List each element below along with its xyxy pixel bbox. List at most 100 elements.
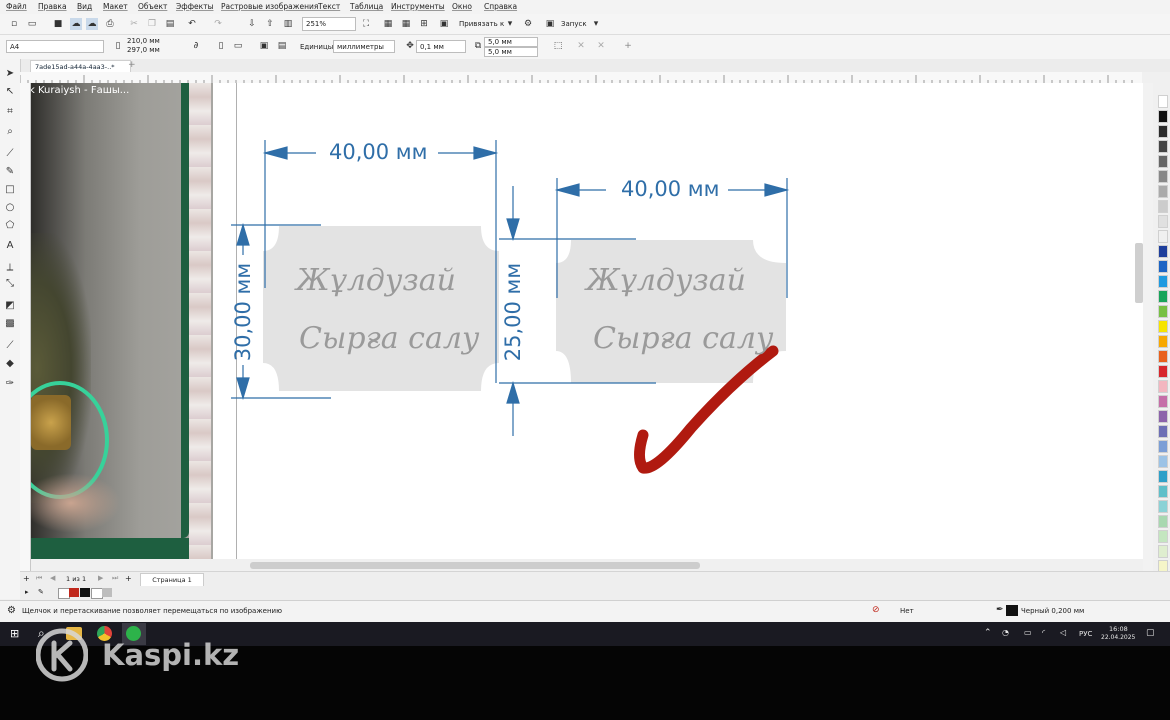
menu-table[interactable]: Таблица bbox=[350, 2, 383, 11]
menu-window[interactable]: Окно bbox=[452, 2, 472, 11]
palette-swatch[interactable] bbox=[1158, 500, 1168, 513]
treat-as-filled-icon[interactable]: ⬚ bbox=[552, 40, 564, 52]
trim-icon[interactable]: ✕ bbox=[595, 40, 607, 52]
eyedropper-icon[interactable]: ⟋ bbox=[3, 339, 17, 353]
new-document-icon[interactable]: ▫ bbox=[8, 18, 20, 30]
dim-label-top-right[interactable]: 40,00 мм bbox=[621, 177, 719, 201]
palette-swatch[interactable] bbox=[1158, 410, 1168, 423]
page-tab[interactable]: Страница 1 bbox=[140, 573, 204, 587]
add-preset-icon[interactable]: + bbox=[622, 40, 634, 52]
palette-swatch[interactable] bbox=[1158, 110, 1168, 123]
palette-swatch[interactable] bbox=[1158, 215, 1168, 228]
cloud-upload-icon[interactable]: ☁ bbox=[70, 18, 82, 30]
menu-text[interactable]: Текст bbox=[318, 2, 340, 11]
duplicate-x-field[interactable]: 5,0 мм bbox=[484, 37, 538, 47]
palette-swatch[interactable] bbox=[1158, 275, 1168, 288]
interactive-fill-icon[interactable]: ◆ bbox=[3, 357, 17, 371]
pick-tool-icon[interactable]: ➤ bbox=[3, 67, 17, 81]
drop-shadow-icon[interactable]: ◩ bbox=[3, 299, 17, 313]
menu-help[interactable]: Справка bbox=[484, 2, 517, 11]
palette-swatch[interactable] bbox=[1158, 335, 1168, 348]
zoom-tool-icon[interactable]: ⌕ bbox=[3, 125, 17, 139]
weld-icon[interactable]: ✕ bbox=[575, 40, 587, 52]
palette-swatch[interactable] bbox=[1158, 365, 1168, 378]
menu-bitmaps[interactable]: Растровые изображения bbox=[221, 2, 318, 11]
palette-swatch[interactable] bbox=[1158, 545, 1168, 558]
menu-edit[interactable]: Правка bbox=[38, 2, 67, 11]
palette-swatch[interactable] bbox=[1158, 425, 1168, 438]
palette-swatch[interactable] bbox=[1158, 395, 1168, 408]
palette-swatch[interactable] bbox=[1158, 470, 1168, 483]
horizontal-scroll-thumb[interactable] bbox=[250, 562, 700, 569]
copy-icon[interactable]: ❐ bbox=[146, 18, 158, 30]
palette-swatch[interactable] bbox=[1158, 290, 1168, 303]
ellipse-tool-icon[interactable]: ○ bbox=[3, 201, 17, 215]
vertical-ruler[interactable] bbox=[20, 83, 31, 571]
palette-swatch[interactable] bbox=[1158, 350, 1168, 363]
palette-swatch[interactable] bbox=[1158, 230, 1168, 243]
swatch-red[interactable] bbox=[69, 588, 79, 597]
last-page-icon[interactable]: ⏭ bbox=[112, 574, 118, 583]
palette-arrow-icon[interactable]: ▸ bbox=[25, 588, 29, 596]
palette-swatch[interactable] bbox=[1158, 125, 1168, 138]
grid-icon[interactable]: ▦ bbox=[400, 18, 412, 30]
zoom-level-select[interactable]: 251% bbox=[302, 17, 356, 31]
menu-file[interactable]: Файл bbox=[6, 2, 27, 11]
palette-swatch[interactable] bbox=[1158, 260, 1168, 273]
tag-right-line1[interactable]: Жұлдузай bbox=[586, 263, 746, 298]
swatch-black[interactable] bbox=[80, 588, 90, 597]
landscape-icon[interactable]: ▭ bbox=[232, 40, 244, 52]
menu-object[interactable]: Объект bbox=[138, 2, 167, 11]
export-icon[interactable]: ⇧ bbox=[264, 18, 276, 30]
dim-label-side-right[interactable]: 25,00 мм bbox=[501, 247, 525, 377]
windows-start-icon[interactable]: ⊞ bbox=[10, 627, 19, 640]
palette-swatch[interactable] bbox=[1158, 305, 1168, 318]
add-page-icon[interactable]: + bbox=[23, 574, 30, 583]
volume-icon[interactable]: ◁ bbox=[1060, 628, 1066, 637]
palette-swatch[interactable] bbox=[1158, 320, 1168, 333]
launch-icon[interactable]: ▣ bbox=[544, 18, 556, 30]
duplicate-y-field[interactable]: 5,0 мм bbox=[484, 47, 538, 57]
language-indicator[interactable]: РУС bbox=[1079, 630, 1092, 638]
guidelines-icon[interactable]: ⊞ bbox=[418, 18, 430, 30]
menu-layout[interactable]: Макет bbox=[103, 2, 128, 11]
swatch-grey[interactable] bbox=[102, 588, 112, 597]
palette-swatch[interactable] bbox=[1158, 455, 1168, 468]
all-pages-icon[interactable]: ▣ bbox=[258, 40, 270, 52]
cut-icon[interactable]: ✂ bbox=[128, 18, 140, 30]
add-page-after-icon[interactable]: + bbox=[125, 574, 132, 583]
palette-swatch[interactable] bbox=[1158, 485, 1168, 498]
redo-icon[interactable]: ↷ bbox=[212, 18, 224, 30]
chevron-down-icon[interactable]: ▾ bbox=[504, 18, 516, 30]
snap-grid-icon[interactable]: ▣ bbox=[438, 18, 450, 30]
dim-label-top-left[interactable]: 40,00 мм bbox=[329, 140, 427, 164]
notifications-icon[interactable]: ▢ bbox=[1146, 628, 1155, 638]
nudge-distance-field[interactable]: 0,1 мм bbox=[416, 40, 466, 53]
portrait-icon[interactable]: ▯ bbox=[215, 40, 227, 52]
paste-icon[interactable]: ▤ bbox=[164, 18, 176, 30]
clock-date[interactable]: 22.04.2025 bbox=[1101, 634, 1135, 641]
wifi-icon[interactable]: ◜ bbox=[1042, 628, 1045, 637]
tag-left-line2[interactable]: Сырға салу bbox=[299, 321, 479, 356]
pdf-export-icon[interactable]: ▥ bbox=[282, 18, 294, 30]
units-select[interactable]: миллиметры bbox=[333, 40, 395, 53]
tag-right-line2[interactable]: Сырға салу bbox=[593, 321, 773, 356]
connector-tool-icon[interactable]: ⤡ bbox=[3, 277, 17, 291]
cloud-download-icon[interactable]: ☁ bbox=[86, 18, 98, 30]
tag-left-line1[interactable]: Жұлдузай bbox=[296, 263, 456, 298]
palette-swatch[interactable] bbox=[1158, 95, 1168, 108]
current-page-icon[interactable]: ▤ bbox=[276, 40, 288, 52]
new-tab-plus-icon[interactable]: + bbox=[128, 60, 136, 70]
launch-chevron-icon[interactable]: ▾ bbox=[590, 18, 602, 30]
save-icon[interactable]: ■ bbox=[52, 18, 64, 30]
palette-swatch[interactable] bbox=[1158, 140, 1168, 153]
open-folder-icon[interactable]: ▭ bbox=[26, 18, 38, 30]
palette-swatch[interactable] bbox=[1158, 440, 1168, 453]
print-icon[interactable]: ⎙ bbox=[104, 18, 116, 30]
dim-label-side-left[interactable]: 30,00 мм bbox=[231, 247, 255, 377]
drawing-canvas[interactable]: k Kuraiysh - Fашы... 40,00 мм 40,00 мм 3… bbox=[31, 83, 1143, 559]
tray-meet-icon[interactable]: ◔ bbox=[1002, 628, 1009, 637]
first-page-icon[interactable]: ⏮ bbox=[36, 574, 42, 583]
palette-swatch[interactable] bbox=[1158, 515, 1168, 528]
page-setup-icon[interactable]: ∂ bbox=[190, 40, 202, 52]
